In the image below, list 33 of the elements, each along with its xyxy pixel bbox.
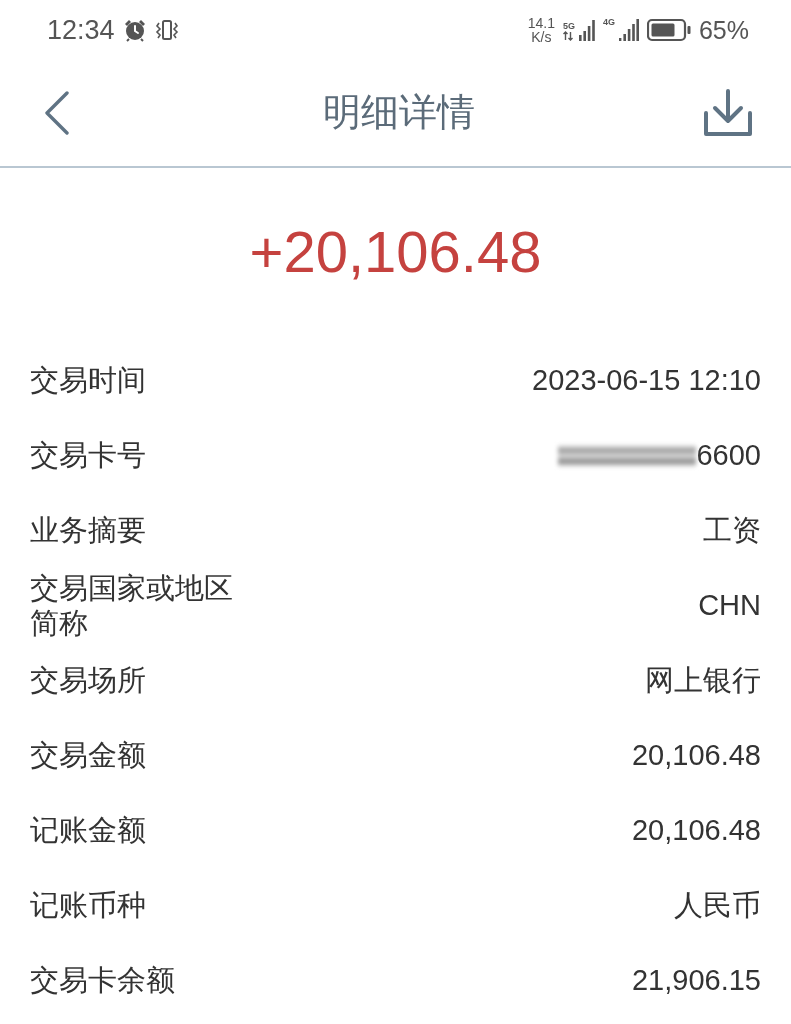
field-label: 业务摘要 bbox=[30, 513, 146, 548]
field-label: 记账币种 bbox=[30, 888, 146, 923]
field-value: 2023-06-15 12:10 bbox=[532, 363, 761, 398]
field-value: 6600 bbox=[696, 438, 761, 473]
signal-bars-icon bbox=[578, 19, 595, 41]
page-title: 明细详情 bbox=[322, 90, 475, 136]
field-label: 交易时间 bbox=[30, 363, 146, 398]
clock-time: 12:34 bbox=[47, 16, 115, 44]
network-type: 4G bbox=[602, 18, 615, 27]
field-label: 记账金额 bbox=[30, 813, 146, 848]
field-label: 交易国家或地区简称 bbox=[30, 570, 234, 641]
battery-icon bbox=[646, 18, 691, 42]
speed-unit: K/s bbox=[531, 30, 552, 44]
data-arrows-icon bbox=[562, 31, 573, 41]
field-label: 交易卡余额 bbox=[30, 963, 175, 998]
field-label: 交易金额 bbox=[30, 738, 146, 773]
battery-percentage: 65% bbox=[698, 17, 749, 43]
network-type: 5G bbox=[562, 22, 575, 31]
field-value: 20,106.48 bbox=[632, 813, 761, 848]
field-value: 20,106.48 bbox=[632, 738, 761, 773]
field-value: 网上银行 bbox=[645, 663, 761, 698]
field-value: 工资 bbox=[703, 513, 761, 548]
transaction-amount: +20,106.48 bbox=[249, 219, 542, 284]
field-value: CHN bbox=[698, 588, 761, 623]
vibrate-icon bbox=[154, 18, 179, 42]
field-label: 交易场所 bbox=[30, 663, 146, 698]
network-speed: 14.1 bbox=[527, 16, 555, 30]
back-chevron-icon bbox=[44, 91, 70, 135]
download-icon bbox=[703, 89, 753, 137]
field-label: 交易卡号 bbox=[30, 438, 146, 473]
field-value: 21,906.15 bbox=[632, 963, 761, 998]
signal-bars-icon bbox=[618, 18, 639, 42]
field-value: 人民币 bbox=[674, 888, 761, 923]
